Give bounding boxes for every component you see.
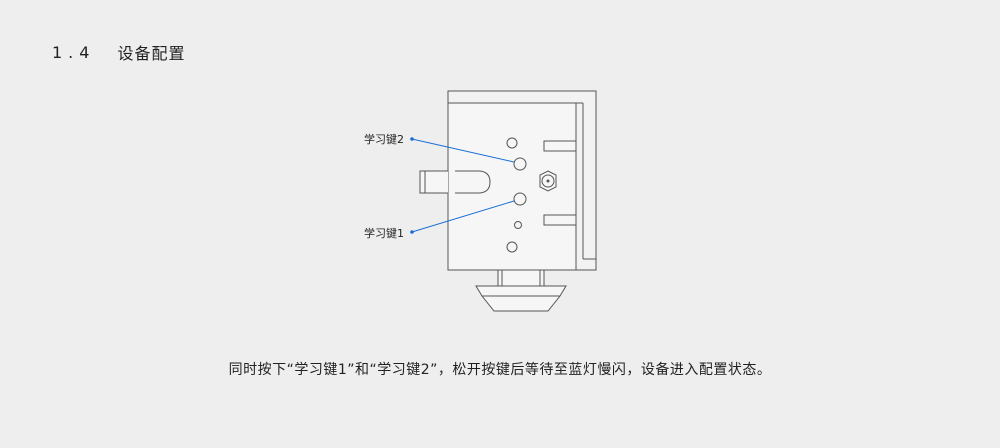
instruction-caption: 同时按下“学习键1”和“学习键2”，松开按键后等待至蓝灯慢闪，设备进入配置状态。 [228, 362, 772, 378]
callout-label-key2: 学习键2 [364, 133, 404, 146]
slot-top [543, 140, 577, 152]
callout-label-key1: 学习键1 [364, 227, 404, 240]
device-neck [497, 269, 545, 287]
cable [419, 170, 448, 194]
slot-bottom [543, 214, 577, 226]
antenna-connector [539, 170, 557, 192]
device-base [475, 285, 567, 312]
device-diagram [410, 90, 597, 312]
